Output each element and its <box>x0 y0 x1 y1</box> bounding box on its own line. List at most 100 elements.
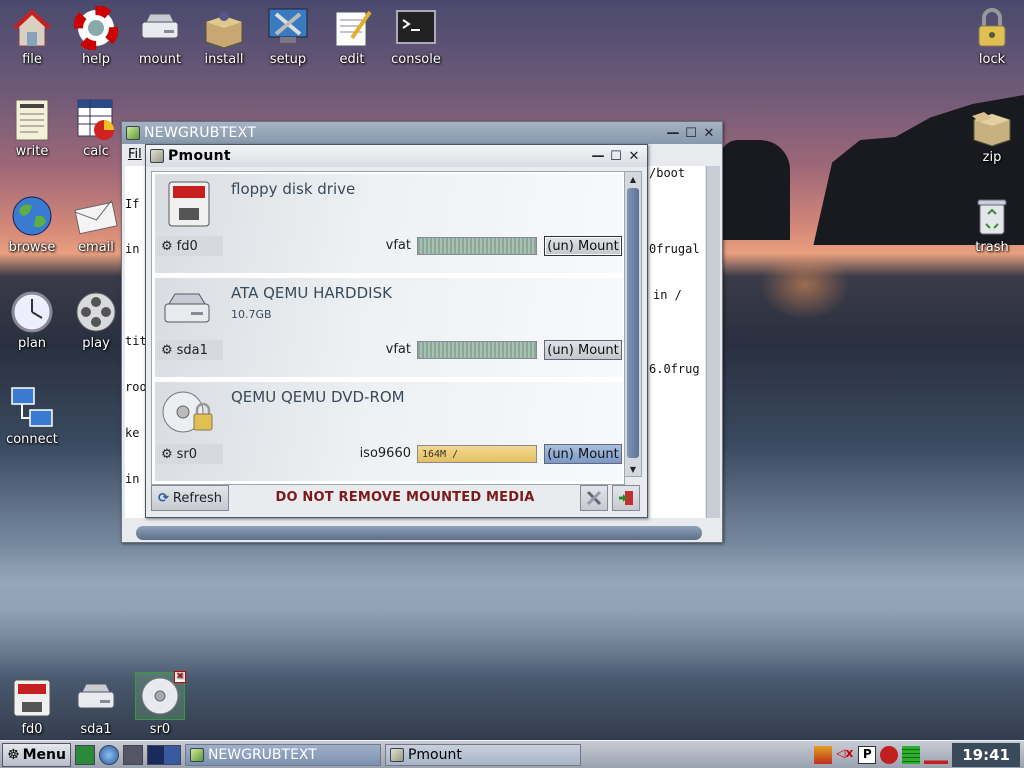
notepad-pencil-icon <box>335 10 372 47</box>
pmount-app-icon <box>150 149 164 163</box>
start-menu-button[interactable]: ☸ Menu <box>2 742 71 767</box>
maximize-icon[interactable]: ☐ <box>607 147 625 165</box>
desktop-icon-calc[interactable]: calc <box>64 98 128 159</box>
desktop-icon-connect[interactable]: connect <box>0 386 64 447</box>
scroll-up-icon[interactable]: ▲ <box>627 173 639 185</box>
pmount-window[interactable]: Pmount — ☐ ✕ floppy disk drive ⚙ fd0 vfat… <box>145 144 648 518</box>
device-id-badge: ⚙ sda1 <box>157 340 223 360</box>
close-icon[interactable]: ✕ <box>625 147 643 165</box>
terminal-launch-icon[interactable] <box>122 744 143 765</box>
editor-horizontal-scrollbar[interactable] <box>136 526 702 540</box>
text-fragment: 6.0frug <box>649 362 700 376</box>
monitor-tools-icon <box>268 8 308 43</box>
desktop-icon-label: zip <box>982 150 1002 165</box>
menu-logo-icon: ☸ <box>7 746 20 763</box>
desktop-icon-label: install <box>204 52 244 67</box>
package-box-icon <box>205 11 243 49</box>
desktop-icon-play[interactable]: play <box>64 290 128 351</box>
desktop-icon-label: calc <box>83 144 109 159</box>
device-size: 10.7GB <box>231 308 272 321</box>
desktop-icon-label: trash <box>975 240 1009 255</box>
memory-meter-icon[interactable] <box>902 745 921 764</box>
desktop-icon-label: browse <box>8 240 56 255</box>
network-status-icon[interactable] <box>814 745 833 764</box>
text-fragment: /boot <box>649 166 686 180</box>
maximize-icon[interactable]: ☐ <box>682 124 700 142</box>
task-button-newgrubtext[interactable]: NEWGRUBTEXT <box>184 743 381 766</box>
hard-disk-icon <box>164 293 210 323</box>
device-usage-bar: 164M / <box>417 445 537 463</box>
menu-file[interactable]: Fil <box>128 147 142 162</box>
desktop-icon-label: lock <box>978 52 1006 67</box>
desktop-icon-label: sda1 <box>80 722 112 737</box>
device-filesystem: vfat <box>385 238 411 253</box>
mount-button-fd0[interactable]: (un) Mount <box>544 236 622 256</box>
desktop-icon-edit[interactable]: edit <box>320 6 384 67</box>
editor-vertical-scrollbar[interactable] <box>706 166 720 518</box>
unmount-x-icon[interactable]: ✕ <box>174 671 186 683</box>
scroll-down-icon[interactable]: ▼ <box>627 463 639 475</box>
desktop-drive-sr0[interactable]: ✕ sr0 <box>128 671 192 737</box>
desktop-icon-console[interactable]: console <box>384 6 448 67</box>
device-list-scrollbar[interactable]: ▲ ▼ <box>624 171 642 477</box>
editor-titlebar[interactable]: NEWGRUBTEXT — ☐ ✕ <box>122 122 722 144</box>
device-usage-bar <box>417 341 537 359</box>
desktop-icon-zip[interactable]: zip <box>960 104 1024 165</box>
desktop-icon-email[interactable]: email <box>64 194 128 255</box>
spreadsheet-icon <box>77 99 114 140</box>
workspace-pager[interactable] <box>146 744 181 765</box>
cpu-meter-icon[interactable] <box>924 745 949 764</box>
minimize-icon[interactable]: — <box>589 147 607 165</box>
device-id-badge: ⚙ fd0 <box>157 236 223 256</box>
task-button-pmount[interactable]: Pmount <box>384 743 581 766</box>
water-reflection <box>0 540 1024 680</box>
volume-muted-icon[interactable]: ◁x <box>836 746 854 764</box>
settings-button[interactable] <box>580 485 608 511</box>
browser-launch-icon[interactable] <box>98 744 119 765</box>
refresh-label: Refresh <box>172 490 222 506</box>
clock[interactable]: 19:41 <box>952 742 1020 767</box>
desktop-icon-file[interactable]: file <box>0 6 64 67</box>
desktop-icon-write[interactable]: write <box>0 98 64 159</box>
trash-bin-icon <box>977 199 1007 235</box>
printer-icon[interactable]: P <box>858 745 877 764</box>
desktop-icon-label: email <box>78 240 114 255</box>
show-desktop-icon[interactable] <box>74 744 95 765</box>
device-usage-bar <box>417 237 537 255</box>
task-label: Pmount <box>407 746 462 763</box>
desktop-icon-install[interactable]: install <box>192 6 256 67</box>
scrollbar-thumb[interactable] <box>627 188 639 458</box>
desktop-icon-plan[interactable]: plan <box>0 290 64 351</box>
quit-button[interactable] <box>612 485 640 511</box>
desktop-drive-sda1[interactable]: sda1 <box>64 676 128 737</box>
mount-button-sr0[interactable]: (un) Mount <box>544 444 622 464</box>
desktop-icon-mount[interactable]: mount <box>128 6 192 67</box>
desktop-icon-trash[interactable]: trash <box>960 194 1024 255</box>
pmount-titlebar[interactable]: Pmount — ☐ ✕ <box>146 145 647 167</box>
lifebuoy-icon <box>74 6 118 50</box>
desktop-icon-setup[interactable]: setup <box>256 6 320 67</box>
desktop-icon-label: fd0 <box>21 722 43 737</box>
warning-text: DO NOT REMOVE MOUNTED MEDIA <box>275 490 535 505</box>
desktop-icon-lock[interactable]: lock <box>960 6 1024 67</box>
desktop-icon-label: plan <box>17 336 47 351</box>
device-id: fd0 <box>176 238 198 254</box>
desktop-icon-browse[interactable]: browse <box>0 194 64 255</box>
cliff-silhouette-left <box>720 140 790 240</box>
menu-label: Menu <box>22 746 66 763</box>
device-id: sda1 <box>176 342 208 358</box>
desktop-icon-label: connect <box>6 432 58 447</box>
envelope-icon <box>74 200 118 235</box>
device-row-sr0: QEMU QEMU DVD-ROM ⚙ sr0 iso9660 164M / (u… <box>155 382 623 482</box>
floppy-drive-icon <box>168 181 210 227</box>
minimize-icon[interactable]: — <box>664 124 682 142</box>
device-row-fd0: floppy disk drive ⚙ fd0 vfat (un) Mount <box>155 174 623 274</box>
refresh-button[interactable]: ⟳ Refresh <box>151 485 229 511</box>
close-icon[interactable]: ✕ <box>700 124 718 142</box>
device-name: floppy disk drive <box>231 180 356 198</box>
desktop-drive-fd0[interactable]: fd0 <box>0 676 64 737</box>
pmount-title: Pmount <box>168 148 231 164</box>
desktop-icon-help[interactable]: help <box>64 6 128 67</box>
mount-button-sda1[interactable]: (un) Mount <box>544 340 622 360</box>
power-icon[interactable] <box>880 745 899 764</box>
